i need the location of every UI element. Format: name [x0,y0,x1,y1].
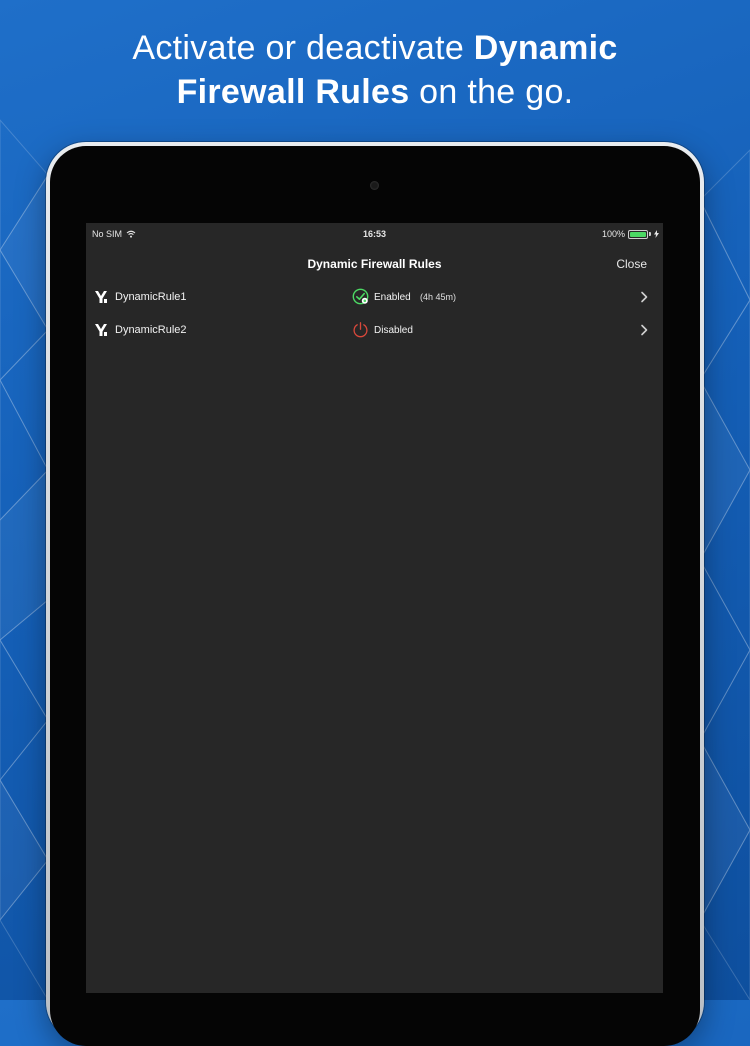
rule-list: DynamicRule1 Enabled (4h 45m) DynamicRul… [86,281,663,347]
check-circle-icon [352,288,369,305]
headline-line-1: Activate or deactivate Dynamic [0,26,750,70]
headline-line-2: Firewall Rules on the go. [0,70,750,114]
power-icon [353,322,368,338]
charging-bolt-icon [654,230,659,238]
rule-duration: (4h 45m) [420,292,457,302]
navigation-bar: Dynamic Firewall Rules Close [86,249,663,279]
close-button[interactable]: Close [616,257,647,271]
firewall-rule-icon [95,291,107,303]
battery-fill [630,231,646,237]
battery-percent: 100% [601,229,625,239]
rule-row-dynamicrule1[interactable]: DynamicRule1 Enabled (4h 45m) [86,281,663,314]
status-right: 100% [602,229,659,239]
rule-state: Enabled [374,292,411,303]
status-time: 16:53 [362,229,387,239]
rule-name: DynamicRule2 [115,324,187,336]
rule-row-dynamicrule2[interactable]: DynamicRule2 Disabled [86,314,663,347]
chevron-right-icon [641,324,648,336]
headline-line-1-bold: Dynamic [473,29,618,67]
rule-state: Disabled [374,325,413,336]
rule-name: DynamicRule1 [115,291,187,303]
headline-line-1-light: Activate or deactivate [132,29,474,67]
nav-title: Dynamic Firewall Rules [307,257,442,271]
battery-icon [628,229,648,239]
chevron-right-icon [641,291,648,303]
status-bar: No SIM 16:53 100% [86,223,663,245]
firewall-rule-icon [95,324,107,336]
battery-tip [649,232,651,236]
device-screen: No SIM 16:53 100% Dynamic Firewall Rules… [86,223,663,993]
headline-line-2-bold: Firewall Rules [176,73,410,111]
camera-dot [370,181,379,190]
headline-line-2-light: on the go. [409,73,574,111]
promo-headline: Activate or deactivate Dynamic Firewall … [0,26,750,114]
